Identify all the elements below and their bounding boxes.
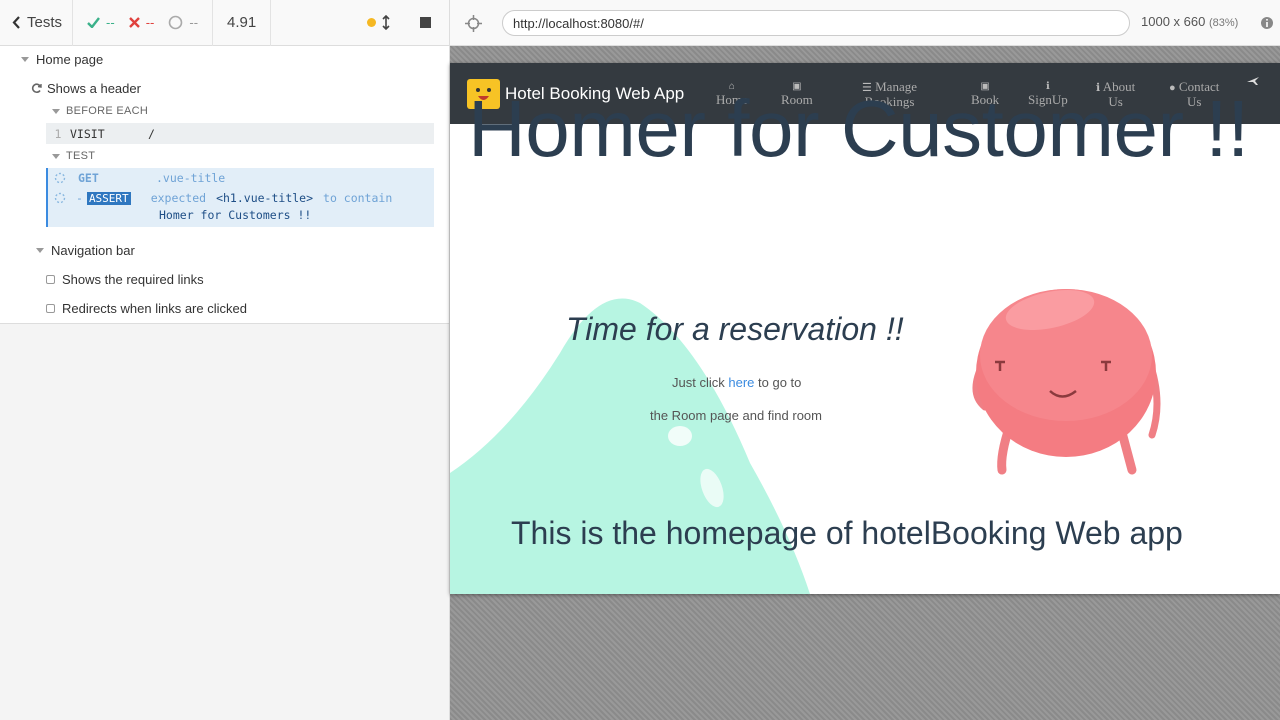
page-subtitle: Time for a reservation !! [566, 311, 904, 347]
info-icon[interactable] [1260, 16, 1274, 30]
suite-title: Navigation bar [51, 243, 135, 258]
url-input[interactable]: http://localhost:8080/#/ [502, 10, 1130, 36]
command-get[interactable]: GET .vue-title [54, 170, 225, 186]
stop-icon[interactable] [420, 17, 431, 28]
viewport-info: 1000 x 660 (83%) [1141, 14, 1238, 29]
viewport-size: 1000 x 660 [1141, 14, 1206, 29]
hook-title: TEST [66, 150, 96, 162]
suite-navigation-bar[interactable]: Navigation bar [36, 243, 135, 258]
hook-test[interactable]: TEST [52, 150, 95, 162]
viewport-scale: (83%) [1208, 17, 1239, 29]
spinner-icon [54, 172, 66, 184]
passed-stat: -- [87, 15, 115, 30]
test-state-icon [46, 275, 55, 284]
mascot-illustration [972, 289, 1161, 475]
dash: - [76, 191, 83, 205]
hook-before-each[interactable]: BEFORE EACH [52, 105, 148, 117]
command-message: .vue-title [156, 171, 226, 185]
footer-heading: This is the homepage of hotelBooking Web… [511, 515, 1183, 551]
command-number: 1 [54, 126, 62, 141]
reporter-header: Tests -- -- -- 4.91 [0, 0, 449, 46]
command-visit[interactable]: 1 VISIT / [46, 123, 434, 144]
command-name: VISIT [70, 126, 105, 141]
suite-home-page[interactable]: Home page [21, 52, 103, 67]
command-name: GET [78, 171, 99, 185]
chevron-left-icon [12, 16, 20, 29]
circle-icon [169, 15, 183, 30]
test-title: Shows a header [47, 81, 141, 96]
check-icon [87, 17, 100, 28]
test-redirects[interactable]: Redirects when links are clicked [46, 301, 247, 316]
command-group: GET .vue-title - ASSERT expected <h1.vue… [46, 168, 434, 227]
url-bar: http://localhost:8080/#/ 1000 x 660 (83%… [450, 0, 1280, 46]
test-title: Shows the required links [62, 272, 204, 287]
pending-stat: -- [168, 15, 198, 30]
hook-title: BEFORE EACH [66, 105, 149, 117]
app-under-test: http://localhost:8080/#/ 1000 x 660 (83%… [450, 0, 1280, 720]
assert-msg-3: to contain [323, 191, 393, 205]
text: Just click [672, 375, 725, 390]
runnables-list: Home page Shows a header BEFORE EACH 1 V… [0, 46, 449, 324]
test-reporter: Tests -- -- -- 4.91 Home page Shows a he… [0, 0, 450, 720]
duration: 4.91 [213, 0, 272, 46]
suite-title: Home page [36, 52, 104, 67]
caret-down-icon [36, 248, 44, 253]
crosshair-icon[interactable] [465, 15, 482, 32]
app-frame: Hotel Booking Web App ⌂ Home ▣ Room ☰ Ma… [450, 63, 1280, 594]
assert-msg-4: Homer for Customers !! [159, 208, 312, 222]
command-message: / [148, 126, 155, 141]
test-state-icon [46, 304, 55, 313]
caret-down-icon [52, 153, 60, 159]
failed-count: -- [145, 15, 155, 30]
controls [271, 0, 449, 46]
caret-down-icon [21, 57, 29, 62]
tests-label: Tests [27, 14, 63, 31]
stats: -- -- -- [73, 0, 214, 46]
caret-down-icon [52, 108, 60, 114]
instruction-line-1: Just click here to go to [672, 375, 801, 390]
x-icon [128, 17, 140, 28]
arrows-vertical-icon [382, 15, 390, 30]
test-shows-header[interactable]: Shows a header [31, 81, 141, 96]
tests-back-button[interactable]: Tests [0, 0, 74, 46]
status-dot-icon [367, 18, 376, 27]
autoscroll-toggle[interactable] [367, 15, 390, 30]
test-required-links[interactable]: Shows the required links [46, 272, 204, 287]
failed-stat: -- [128, 15, 155, 30]
test-title: Redirects when links are clicked [62, 301, 247, 316]
text: to go to [758, 375, 802, 390]
assert-badge: ASSERT [86, 191, 131, 205]
refresh-icon [31, 83, 42, 93]
command-assert[interactable]: - ASSERT expected <h1.vue-title> to cont… [54, 190, 392, 206]
pending-count: -- [189, 15, 199, 30]
assert-msg-2: <h1.vue-title> [216, 191, 314, 205]
instruction-line-2: the Room page and find room [650, 408, 822, 423]
assert-msg-1: expected [150, 191, 207, 205]
page-title: Homer for Customer !! [468, 84, 1249, 173]
passed-count: -- [106, 15, 115, 30]
here-link[interactable]: here [728, 375, 754, 390]
spinner-icon [54, 192, 66, 204]
